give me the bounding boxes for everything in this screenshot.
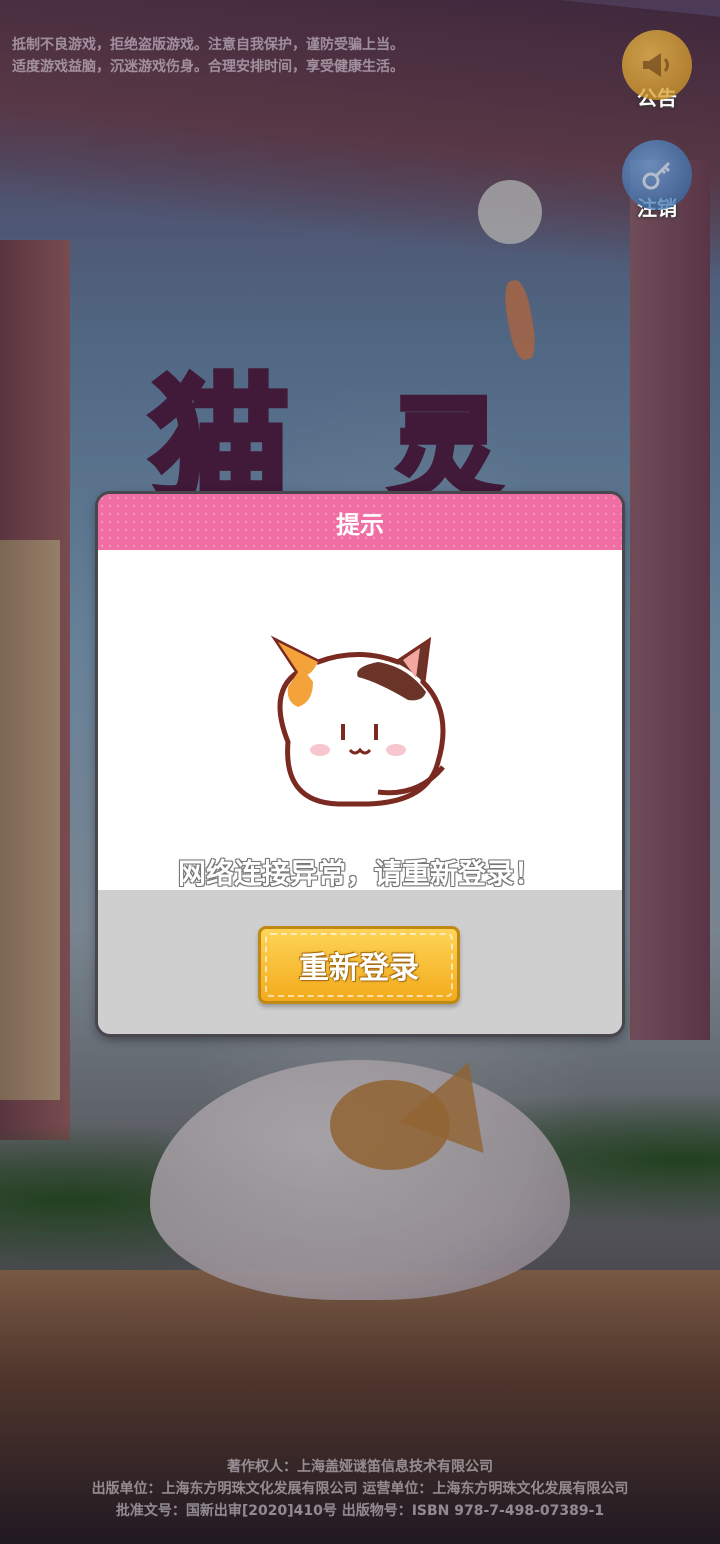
- notice-line: 抵制不良游戏，拒绝盗版游戏。注意自我保护，谨防受骗上当。: [12, 37, 404, 53]
- health-notice: 抵制不良游戏，拒绝盗版游戏。注意自我保护，谨防受骗上当。 适度游戏益脑，沉迷游戏…: [12, 34, 404, 78]
- dialog-message: 网络连接异常，请重新登录！: [177, 857, 542, 890]
- copyright-line: 批准文号：国新出审[2020]410号 出版物号：ISBN 978-7-498-…: [115, 1503, 605, 1519]
- dialog-title: 提示: [98, 494, 622, 550]
- dialog-footer: 重新登录: [98, 890, 622, 1034]
- notice-line: 适度游戏益脑，沉迷游戏伤身。合理安排时间，享受健康生活。: [12, 59, 404, 75]
- cat-mascot-icon: [270, 635, 446, 807]
- relogin-button[interactable]: 重新登录: [258, 926, 460, 1004]
- megaphone-icon: [622, 30, 692, 100]
- copyright-line: 著作权人：上海盖娅谜笛信息技术有限公司: [227, 1459, 493, 1475]
- dialog-body: 网络连接异常，请重新登录！: [98, 550, 622, 890]
- copyright-info: 著作权人：上海盖娅谜笛信息技术有限公司 出版单位：上海东方明珠文化发展有限公司 …: [0, 1456, 720, 1522]
- copyright-line: 出版单位：上海东方明珠文化发展有限公司 运营单位：上海东方明珠文化发展有限公司: [91, 1481, 629, 1497]
- announcement-button[interactable]: 公告: [620, 30, 694, 111]
- logout-button[interactable]: 注销: [620, 140, 694, 221]
- alert-dialog: 提示 网络连接异常，请重新登录！ 重新登录: [98, 494, 622, 1034]
- key-icon: [622, 140, 692, 210]
